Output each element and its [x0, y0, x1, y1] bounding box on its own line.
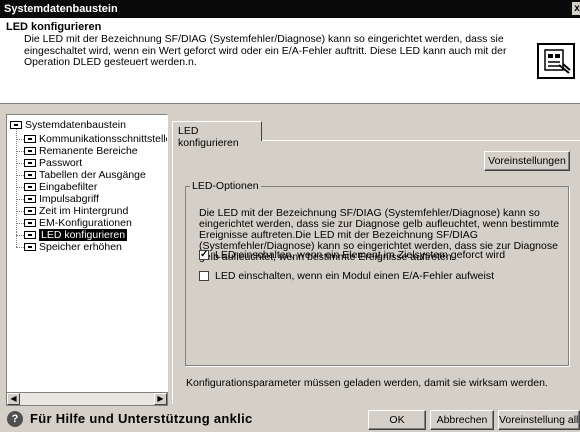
ok-button[interactable]: OK: [368, 410, 426, 430]
header-title: LED konfigurieren: [6, 21, 102, 33]
system-data-block-dialog: Systemdatenbaustein x LED konfigurieren …: [0, 0, 580, 432]
io-error-led-checkbox[interactable]: [199, 271, 209, 281]
force-led-label: LED einschalten, wenn ein Element im Zie…: [215, 249, 506, 261]
help-icon[interactable]: ?: [7, 411, 23, 427]
io-error-led-label: LED einschalten, wenn ein Modul einen E/…: [215, 270, 494, 282]
force-led-checkbox[interactable]: ✓: [199, 250, 209, 260]
scroll-left-icon[interactable]: ◀: [7, 393, 20, 405]
folder-icon: [10, 121, 22, 129]
tree-item-em-konfigurationen[interactable]: EM-Konfigurationen: [24, 217, 132, 229]
tree-item-tabellen-ausgaenge[interactable]: Tabellen der Ausgänge: [24, 169, 146, 181]
led-options-title: LED-Optionen: [190, 180, 261, 192]
tree-item-zeit-hintergrund[interactable]: Zeit im Hintergrund: [24, 205, 128, 217]
defaults-button[interactable]: Voreinstellungen: [484, 151, 570, 171]
module-icon: [24, 135, 36, 143]
tree-item-passwort[interactable]: Passwort: [24, 157, 82, 169]
module-icon: [24, 147, 36, 155]
tree-item-remanente-bereiche[interactable]: Remanente Bereiche: [24, 145, 138, 157]
footnote-text: Konfigurationsparameter müssen geladen w…: [186, 377, 548, 389]
tree-item-led-konfigurieren[interactable]: LED konfigurieren: [24, 229, 128, 241]
tree-root[interactable]: Systemdatenbaustein: [10, 119, 126, 131]
tree-item-speicher-erhoehen[interactable]: Speicher erhöhen: [24, 241, 122, 253]
module-icon: [24, 207, 36, 215]
module-icon: [24, 231, 36, 239]
module-icon: [24, 195, 36, 203]
tree-horizontal-scrollbar[interactable]: ◀ ▶: [6, 392, 168, 406]
help-link[interactable]: Für Hilfe und Unterstützung anklic: [30, 411, 253, 426]
tree-item-impulsabgriff[interactable]: Impulsabgriff: [24, 193, 99, 205]
title-bar: Systemdatenbaustein x: [0, 0, 580, 18]
module-config-icon: [537, 43, 575, 79]
scroll-right-icon[interactable]: ▶: [154, 393, 167, 405]
header-panel: LED konfigurieren Die LED mit der Bezeic…: [0, 18, 580, 104]
module-icon: [24, 243, 36, 251]
tab-led-konfigurieren[interactable]: LED konfigurieren: [172, 121, 262, 149]
tree-item-eingabefilter[interactable]: Eingabefilter: [24, 181, 97, 193]
module-icon: [24, 159, 36, 167]
defaults-all-button[interactable]: Voreinstellung alle: [498, 410, 580, 430]
module-icon: [24, 219, 36, 227]
settings-tree[interactable]: Systemdatenbaustein Kommunikationsschnit…: [6, 114, 168, 404]
window-title: Systemdatenbaustein: [4, 3, 118, 15]
module-icon: [24, 171, 36, 179]
cancel-button[interactable]: Abbrechen: [430, 410, 494, 430]
module-icon: [24, 183, 36, 191]
close-button[interactable]: x: [572, 2, 580, 15]
tree-item-kommunikation[interactable]: Kommunikationsschnittstelle: [24, 133, 167, 145]
header-description: Die LED mit der Bezeichnung SF/DIAG (Sys…: [24, 33, 507, 68]
